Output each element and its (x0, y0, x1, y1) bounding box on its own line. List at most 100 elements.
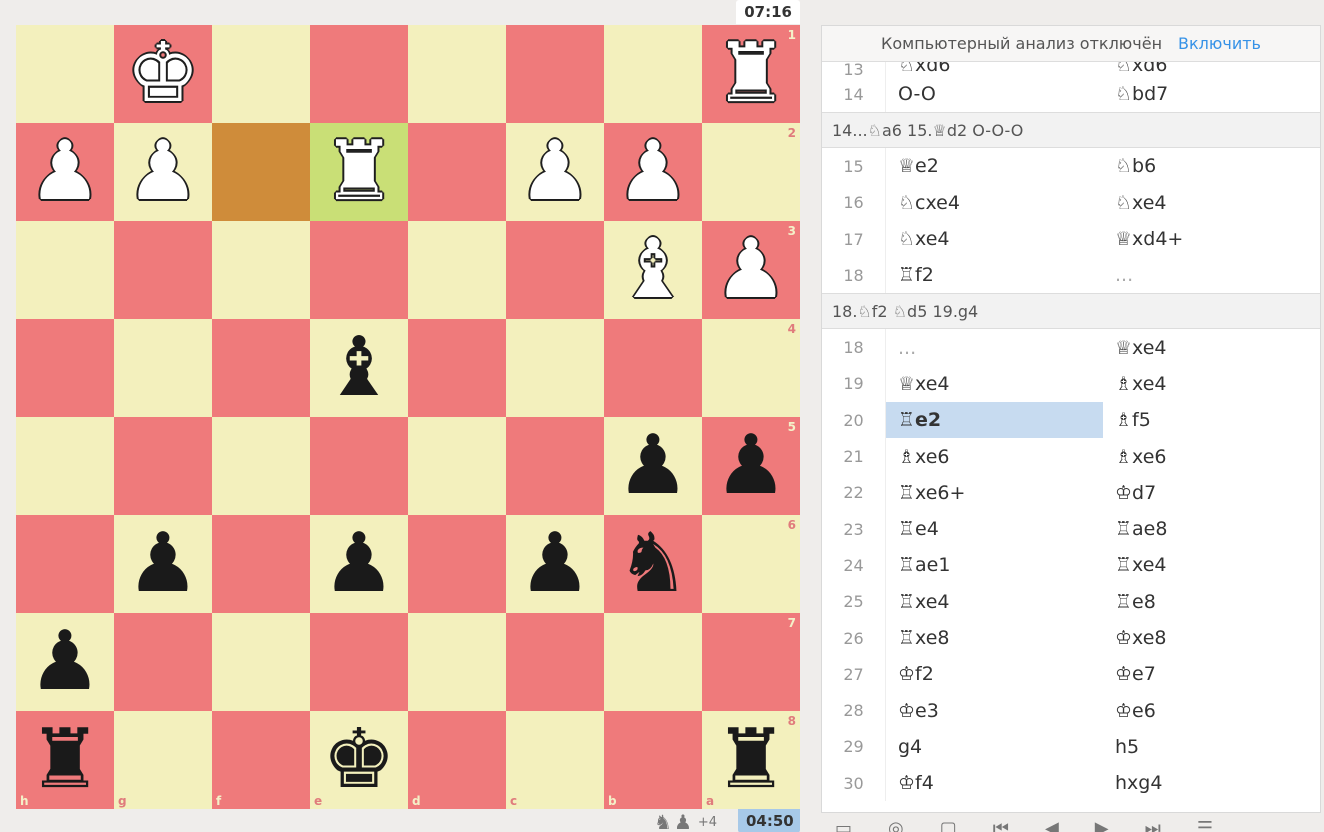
white-king-piece[interactable]: ♚ (126, 33, 200, 115)
square-a4[interactable]: 4 (702, 319, 800, 417)
chess-board[interactable]: ♚ ♜ 1 ♟ ♟ ♜ ♟ ♟ 2 ♝ ♟ 3 ♝ 4 ♟ ♟ 5 ♟ ♟ ♟ ♞ 6 ♟ 7 ♜ h g f ♚ e d c b ♜ 8 a (16, 25, 800, 809)
black-move[interactable]: ♘xd6 (1103, 62, 1320, 76)
next-move-icon[interactable]: ▶ (1095, 818, 1109, 832)
white-move[interactable]: ♘xd6 (886, 62, 1103, 76)
black-move[interactable]: ♖e8 (1103, 584, 1320, 620)
white-move[interactable]: ... (886, 329, 1103, 365)
square-c3[interactable] (506, 221, 604, 319)
black-move[interactable]: ♗f5 (1103, 402, 1320, 438)
first-move-icon[interactable]: ⏮ (993, 818, 1009, 832)
white-move[interactable]: ♖e4 (886, 511, 1103, 547)
black-move[interactable]: ♕xd4+ (1103, 221, 1320, 257)
square-g4[interactable] (114, 319, 212, 417)
black-move[interactable]: ♘xe4 (1103, 185, 1320, 221)
black-rook-piece[interactable]: ♜ (28, 719, 102, 801)
black-pawn-piece[interactable]: ♟ (322, 523, 396, 605)
square-b7[interactable] (604, 613, 702, 711)
board-icon[interactable]: ▢ (940, 818, 957, 832)
black-pawn-piece[interactable]: ♟ (126, 523, 200, 605)
white-move[interactable]: ♔f2 (886, 656, 1103, 692)
square-g6[interactable]: ♟ (114, 515, 212, 613)
white-rook-piece[interactable]: ♜ (322, 131, 396, 213)
square-e6[interactable]: ♟ (310, 515, 408, 613)
square-g2[interactable]: ♟ (114, 123, 212, 221)
black-move[interactable]: ♔e7 (1103, 656, 1320, 692)
white-move[interactable]: ♗xe6 (886, 438, 1103, 474)
square-c2[interactable]: ♟ (506, 123, 604, 221)
square-f3[interactable] (212, 221, 310, 319)
square-h8[interactable]: ♜ h (16, 711, 114, 809)
square-b4[interactable] (604, 319, 702, 417)
square-d2[interactable] (408, 123, 506, 221)
square-e5[interactable] (310, 417, 408, 515)
enable-engine-link[interactable]: Включить (1178, 34, 1261, 53)
square-b5[interactable]: ♟ (604, 417, 702, 515)
black-move[interactable]: hxg4 (1103, 765, 1320, 801)
black-pawn-piece[interactable]: ♟ (616, 425, 690, 507)
last-move-icon[interactable]: ⏭ (1145, 818, 1161, 832)
white-move[interactable]: g4 (886, 729, 1103, 765)
square-g5[interactable] (114, 417, 212, 515)
white-pawn-piece[interactable]: ♟ (714, 229, 788, 311)
square-b2[interactable]: ♟ (604, 123, 702, 221)
square-c8[interactable]: c (506, 711, 604, 809)
square-a6[interactable]: 6 (702, 515, 800, 613)
square-c5[interactable] (506, 417, 604, 515)
square-d4[interactable] (408, 319, 506, 417)
black-move[interactable]: ♔xe8 (1103, 620, 1320, 656)
white-move[interactable]: ♕e2 (886, 148, 1103, 184)
square-e4[interactable]: ♝ (310, 319, 408, 417)
white-move[interactable]: ♕xe4 (886, 366, 1103, 402)
square-f4[interactable] (212, 319, 310, 417)
black-pawn-piece[interactable]: ♟ (28, 621, 102, 703)
black-move[interactable]: ♔e6 (1103, 692, 1320, 728)
square-e1[interactable] (310, 25, 408, 123)
square-b3[interactable]: ♝ (604, 221, 702, 319)
black-move[interactable]: ♘bd7 (1103, 76, 1320, 112)
white-move[interactable]: ♔e3 (886, 692, 1103, 728)
square-f2[interactable] (212, 123, 310, 221)
square-e3[interactable] (310, 221, 408, 319)
square-c4[interactable] (506, 319, 604, 417)
square-e8[interactable]: ♚ e (310, 711, 408, 809)
white-move[interactable]: ♘xe4 (886, 221, 1103, 257)
search-icon[interactable]: ◎ (888, 818, 904, 832)
white-rook-piece[interactable]: ♜ (714, 33, 788, 115)
square-b1[interactable] (604, 25, 702, 123)
white-move[interactable]: O-O (886, 76, 1103, 112)
white-move[interactable]: ♖f2 (886, 257, 1103, 293)
black-move[interactable]: ♘b6 (1103, 148, 1320, 184)
square-d5[interactable] (408, 417, 506, 515)
white-pawn-piece[interactable]: ♟ (616, 131, 690, 213)
square-h7[interactable]: ♟ (16, 613, 114, 711)
square-h5[interactable] (16, 417, 114, 515)
square-h2[interactable]: ♟ (16, 123, 114, 221)
square-d6[interactable] (408, 515, 506, 613)
white-pawn-piece[interactable]: ♟ (126, 131, 200, 213)
square-f6[interactable] (212, 515, 310, 613)
white-move[interactable]: ♖e2 (886, 402, 1103, 439)
square-g3[interactable] (114, 221, 212, 319)
square-f5[interactable] (212, 417, 310, 515)
square-d3[interactable] (408, 221, 506, 319)
square-g7[interactable] (114, 613, 212, 711)
square-a7[interactable]: 7 (702, 613, 800, 711)
black-move[interactable]: ♖xe4 (1103, 547, 1320, 583)
white-bishop-piece[interactable]: ♝ (616, 229, 690, 311)
square-a1[interactable]: ♜ 1 (702, 25, 800, 123)
square-e2[interactable]: ♜ (310, 123, 408, 221)
square-a5[interactable]: ♟ 5 (702, 417, 800, 515)
square-c6[interactable]: ♟ (506, 515, 604, 613)
black-move[interactable]: ♗xe6 (1103, 438, 1320, 474)
white-move[interactable]: ♖xe8 (886, 620, 1103, 656)
square-g8[interactable]: g (114, 711, 212, 809)
prev-move-icon[interactable]: ◀ (1045, 818, 1059, 832)
black-move[interactable]: h5 (1103, 729, 1320, 765)
variation-line[interactable]: 14...♘a6 15.♕d2 O-O-O (822, 112, 1320, 149)
white-move[interactable]: ♖xe6+ (886, 475, 1103, 511)
square-a2[interactable]: 2 (702, 123, 800, 221)
white-move[interactable]: ♖xe4 (886, 584, 1103, 620)
square-f7[interactable] (212, 613, 310, 711)
black-king-piece[interactable]: ♚ (322, 719, 396, 801)
variation-line[interactable]: 18.♘f2 ♘d5 19.g4 (822, 293, 1320, 330)
